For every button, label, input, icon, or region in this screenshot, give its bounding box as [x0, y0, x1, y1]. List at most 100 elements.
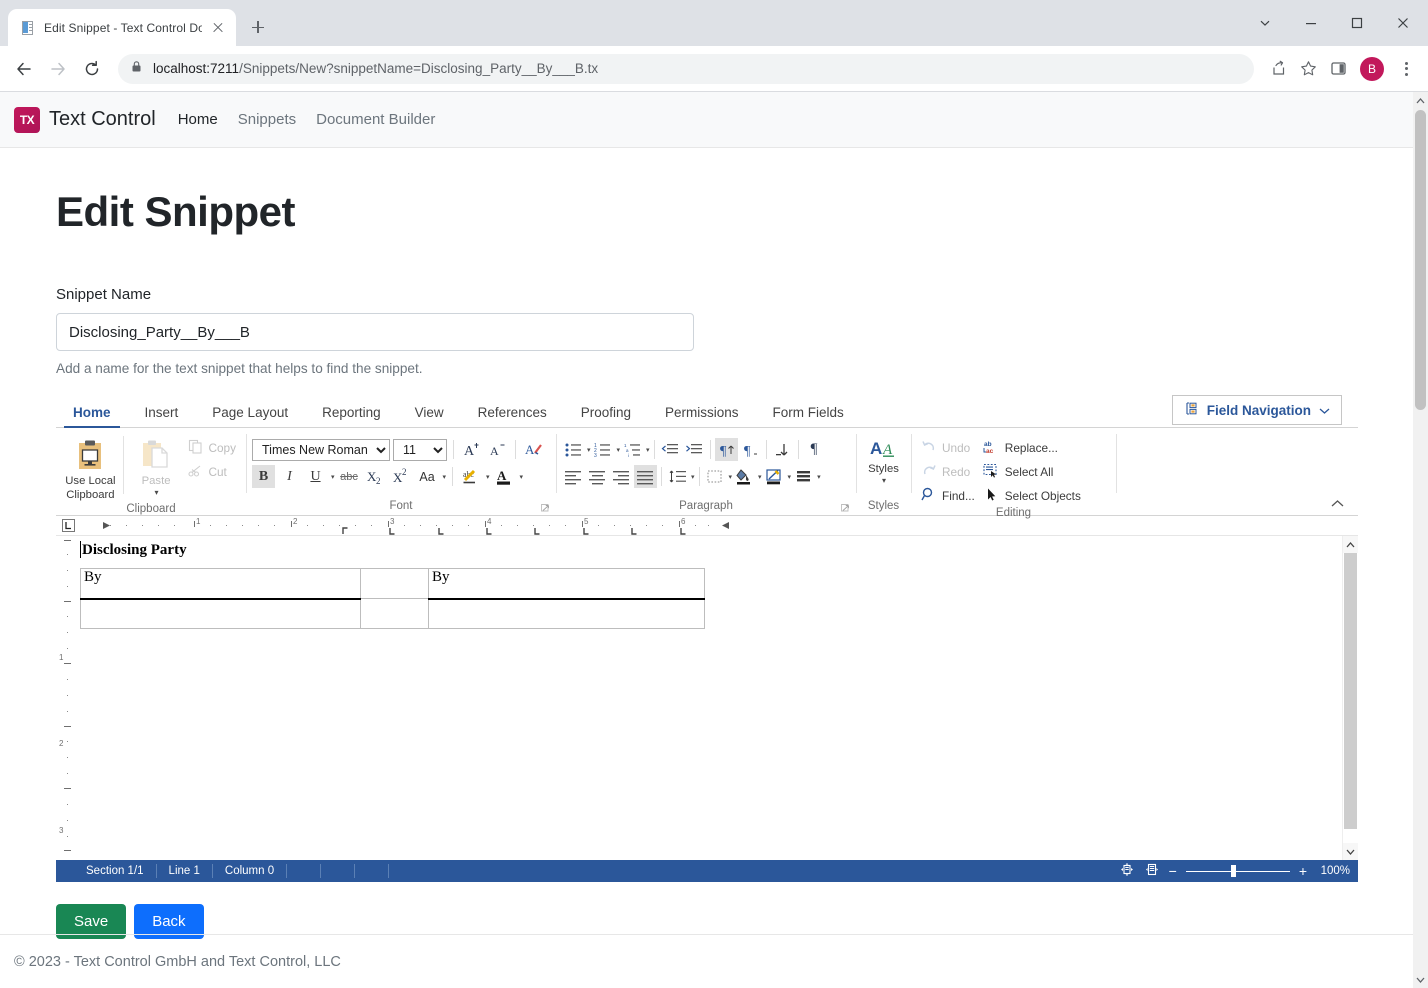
- ruler-scale[interactable]: 1 2 3 4 5 6: [80, 516, 1358, 535]
- text-highlight-color-dropdown-icon[interactable]: ▾: [788, 473, 792, 481]
- replace-button[interactable]: ab ac Replace...: [979, 437, 1085, 459]
- styles-button[interactable]: A A Styles ▾: [862, 434, 905, 486]
- document-table[interactable]: By By: [80, 568, 705, 629]
- bullets-dropdown-icon[interactable]: ▾: [587, 446, 591, 454]
- browser-tab[interactable]: Edit Snippet - Text Control Docur: [8, 9, 236, 46]
- align-center-button[interactable]: [586, 465, 609, 488]
- scroll-down-icon[interactable]: [1343, 843, 1358, 860]
- left-indent-marker[interactable]: [102, 519, 111, 537]
- table-cell[interactable]: [80, 598, 361, 629]
- grow-font-button[interactable]: A: [460, 438, 483, 461]
- font-dialog-launcher-icon[interactable]: [541, 504, 550, 513]
- superscript-button[interactable]: X2: [390, 465, 413, 488]
- cut-button[interactable]: Cut: [184, 461, 240, 483]
- back-icon[interactable]: [8, 53, 40, 85]
- underline-button[interactable]: U: [304, 465, 327, 488]
- subscript-button[interactable]: X2: [364, 465, 387, 488]
- zoom-slider[interactable]: [1185, 865, 1290, 877]
- close-icon[interactable]: [210, 20, 226, 36]
- copy-button[interactable]: Copy: [184, 437, 240, 459]
- font-size-select[interactable]: 11: [393, 438, 447, 461]
- multilevel-dropdown-icon[interactable]: ▾: [646, 446, 650, 454]
- zoom-in-button[interactable]: +: [1299, 863, 1307, 879]
- show-paragraph-marks-button[interactable]: ¶: [803, 438, 826, 461]
- select-all-button[interactable]: Select All: [979, 461, 1085, 483]
- shrink-font-button[interactable]: A: [486, 438, 509, 461]
- snippet-name-input[interactable]: [56, 313, 694, 351]
- paste-dropdown-icon[interactable]: ▾: [155, 488, 159, 498]
- borders-dropdown-icon[interactable]: ▾: [729, 473, 733, 481]
- collapse-ribbon-icon[interactable]: [1331, 496, 1344, 511]
- table-cell[interactable]: [360, 568, 429, 599]
- close-window-icon[interactable]: [1380, 0, 1426, 46]
- avatar[interactable]: B: [1360, 56, 1384, 81]
- bullets-button[interactable]: [562, 438, 585, 461]
- select-objects-button[interactable]: Select Objects: [979, 485, 1085, 507]
- tab-insert[interactable]: Insert: [128, 397, 196, 427]
- brand[interactable]: TX Text Control: [14, 106, 156, 133]
- paragraph-dialog-launcher-icon[interactable]: [841, 504, 850, 513]
- document-canvas[interactable]: Disclosing Party By By: [80, 536, 1342, 860]
- field-navigation-button[interactable]: Field Navigation: [1171, 395, 1342, 425]
- maximize-icon[interactable]: [1334, 0, 1380, 46]
- table-cell[interactable]: By: [428, 568, 705, 600]
- zoom-out-button[interactable]: −: [1169, 863, 1177, 879]
- change-case-dropdown-icon[interactable]: ▾: [443, 473, 447, 481]
- tab-form-fields[interactable]: Form Fields: [756, 397, 861, 427]
- line-spacing-dropdown-icon[interactable]: ▾: [691, 473, 695, 481]
- decrease-indent-button[interactable]: [659, 438, 682, 461]
- right-to-left-button[interactable]: ¶: [739, 438, 762, 461]
- tab-reporting[interactable]: Reporting: [305, 397, 398, 427]
- multilevel-list-button[interactable]: 1ai: [621, 438, 644, 461]
- table-cell[interactable]: By: [80, 568, 361, 600]
- highlight-dropdown-icon[interactable]: ▾: [486, 473, 490, 481]
- page-scrollbar[interactable]: [1413, 92, 1428, 988]
- change-case-button[interactable]: Aa: [416, 465, 439, 488]
- tab-references[interactable]: References: [461, 397, 564, 427]
- tab-page-layout[interactable]: Page Layout: [195, 397, 305, 427]
- text-highlight-color-button[interactable]: [763, 465, 786, 488]
- page-scroll-up-icon[interactable]: [1413, 92, 1428, 109]
- tab-permissions[interactable]: Permissions: [648, 397, 756, 427]
- align-right-button[interactable]: [610, 465, 633, 488]
- left-to-right-button[interactable]: ¶: [714, 438, 738, 461]
- numbering-button[interactable]: 123: [592, 438, 615, 461]
- undo-button[interactable]: Undo: [917, 437, 979, 459]
- align-left-button[interactable]: [562, 465, 585, 488]
- nav-item-document-builder[interactable]: Document Builder: [316, 111, 435, 128]
- italic-button[interactable]: I: [278, 465, 301, 488]
- table-row[interactable]: [80, 598, 705, 629]
- clear-formatting-button[interactable]: A: [522, 438, 546, 461]
- page-view-icon[interactable]: [1119, 862, 1135, 880]
- line-spacing-button[interactable]: [666, 465, 689, 488]
- align-justify-button[interactable]: [634, 465, 657, 488]
- bookmark-star-icon[interactable]: [1294, 55, 1322, 83]
- background-dropdown-icon[interactable]: ▾: [817, 473, 821, 481]
- font-name-select[interactable]: Times New Roman: [252, 438, 390, 461]
- shading-dropdown-icon[interactable]: ▾: [758, 473, 762, 481]
- tab-search-icon[interactable]: [1242, 0, 1288, 46]
- font-color-button[interactable]: A: [493, 465, 516, 488]
- shading-button[interactable]: [733, 465, 756, 488]
- zoom-slider-handle[interactable]: [1230, 865, 1236, 877]
- bold-button[interactable]: B: [252, 465, 275, 488]
- side-panel-icon[interactable]: [1324, 55, 1352, 83]
- font-color-dropdown-icon[interactable]: ▾: [520, 473, 524, 481]
- reload-icon[interactable]: [76, 53, 108, 85]
- browser-menu-icon[interactable]: [1392, 55, 1420, 83]
- right-indent-marker[interactable]: [721, 519, 730, 537]
- table-cell[interactable]: [360, 598, 429, 629]
- address-bar[interactable]: localhost:7211/Snippets/New?snippetName=…: [118, 53, 1254, 84]
- new-tab-button[interactable]: [244, 13, 272, 41]
- text-highlight-button[interactable]: abc: [459, 465, 482, 488]
- page-scrollbar-thumb[interactable]: [1415, 110, 1426, 410]
- paste-button[interactable]: Paste ▾: [128, 434, 185, 498]
- redo-button[interactable]: Redo: [917, 461, 979, 483]
- scroll-up-icon[interactable]: [1343, 536, 1358, 553]
- table-row[interactable]: By By: [80, 568, 705, 600]
- strikethrough-button[interactable]: abc: [338, 465, 361, 488]
- use-local-clipboard-button[interactable]: Use Local Clipboard: [62, 434, 119, 502]
- share-icon[interactable]: [1264, 55, 1292, 83]
- table-cell[interactable]: [428, 598, 705, 629]
- numbering-dropdown-icon[interactable]: ▾: [617, 446, 621, 454]
